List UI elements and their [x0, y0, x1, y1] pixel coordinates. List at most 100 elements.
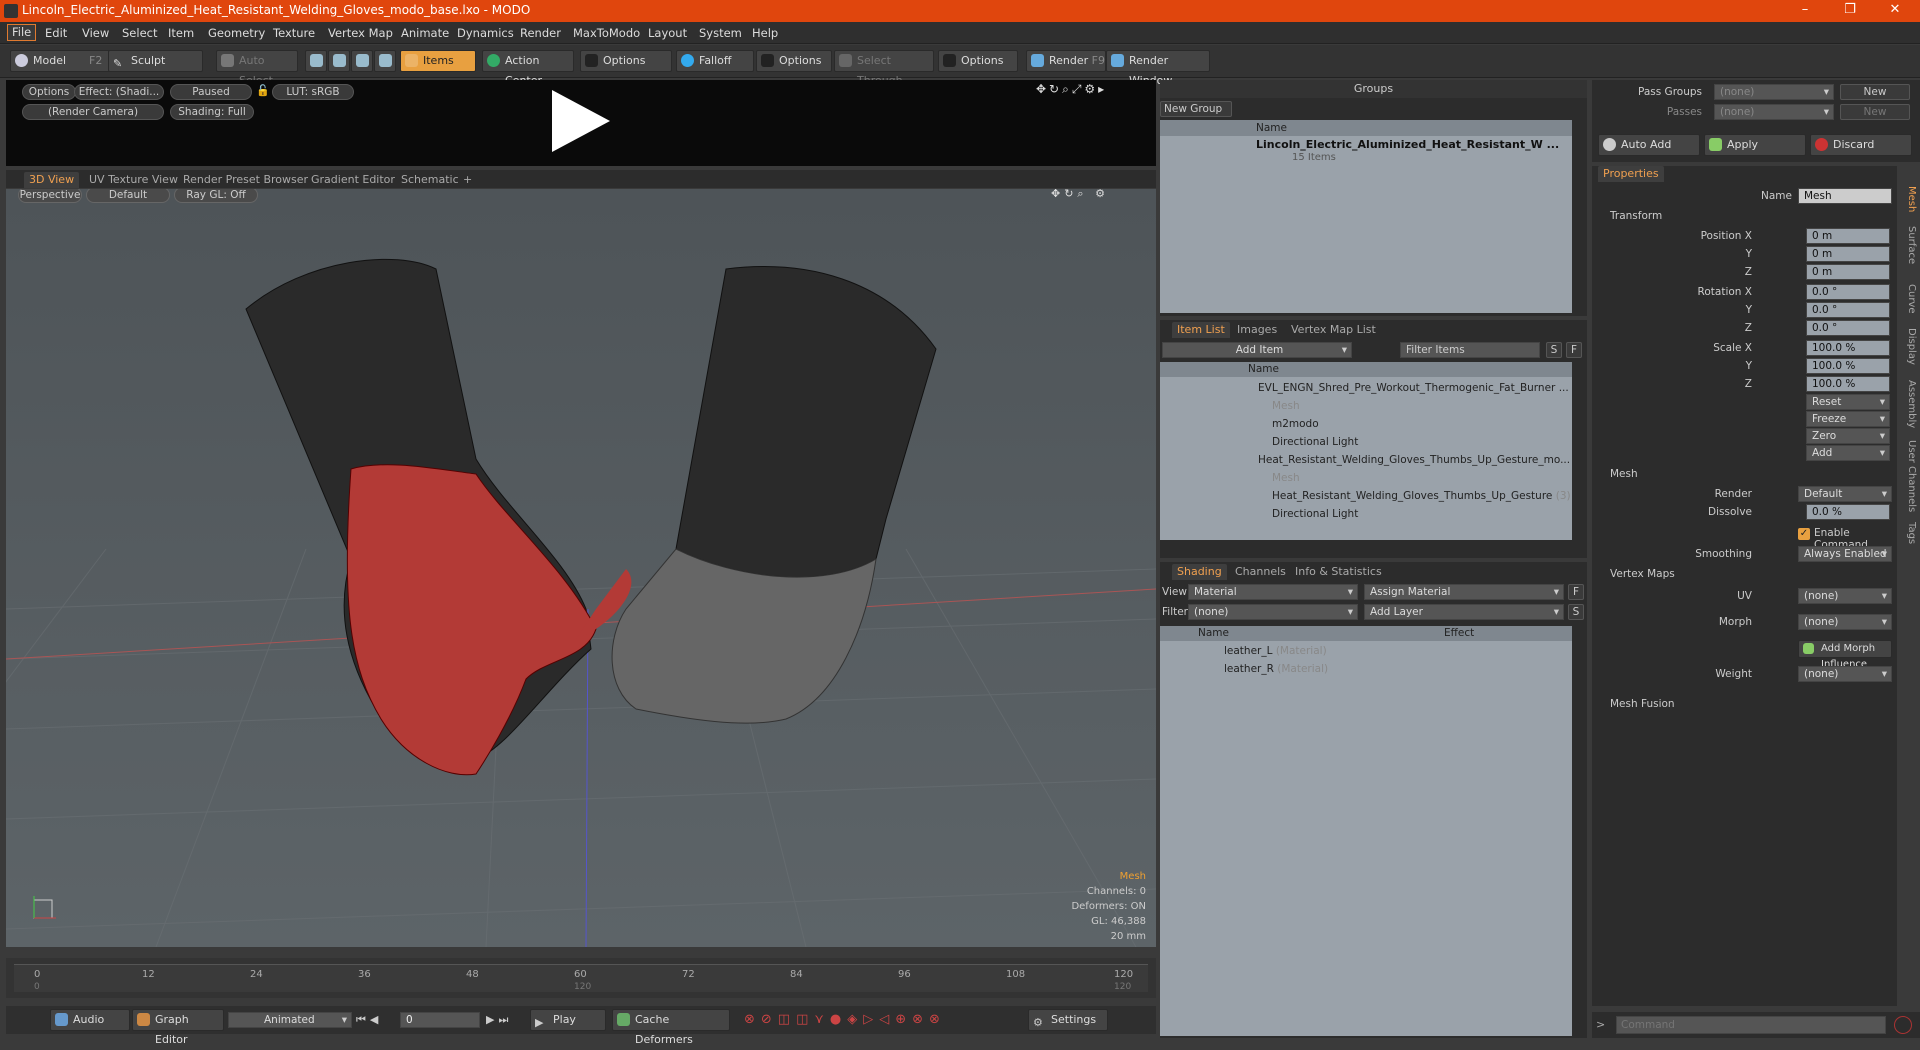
- tab-vertex-map-list[interactable]: Vertex Map List: [1286, 322, 1381, 338]
- vertex-maps-section[interactable]: Vertex Maps: [1610, 568, 1675, 580]
- vtab-assembly[interactable]: Assembly: [1899, 380, 1917, 428]
- mesh-section[interactable]: Mesh: [1610, 468, 1638, 480]
- dissolve-field[interactable]: 0.0 %: [1806, 504, 1890, 520]
- add-morph-influence-button[interactable]: Add Morph Influence: [1798, 640, 1892, 670]
- tab-item-list[interactable]: Item List: [1172, 322, 1230, 338]
- lock-icon[interactable]: 🔓: [256, 84, 270, 97]
- auto-select-button[interactable]: Auto Select: [216, 50, 298, 87]
- sculpt-mode-button[interactable]: ✎ Sculpt: [108, 50, 203, 72]
- item-list-tree[interactable]: Name EVL_ENGN_Shred_Pre_Workout_Thermoge…: [1160, 362, 1572, 540]
- edges-mode-button[interactable]: [328, 50, 350, 72]
- vtab-tags[interactable]: Tags: [1899, 522, 1917, 544]
- pass-groups-dropdown[interactable]: (none): [1714, 84, 1834, 100]
- play-preview-icon[interactable]: [546, 86, 616, 156]
- menu-file[interactable]: File: [7, 24, 37, 41]
- timeline-ruler[interactable]: 0 12 24 36 48 60 72 84 96 108 120 0 120 …: [14, 964, 1148, 992]
- rotation-x-field[interactable]: 0.0 °: [1806, 284, 1890, 300]
- select-through-button[interactable]: Select Through: [834, 50, 934, 87]
- tab-images[interactable]: Images: [1232, 322, 1282, 338]
- tab-properties[interactable]: Properties: [1598, 166, 1664, 182]
- materials-mode-button[interactable]: [374, 50, 396, 72]
- list-item[interactable]: Directional Light: [1160, 505, 1572, 523]
- tab-channels[interactable]: Channels: [1230, 564, 1291, 580]
- filter-s-button[interactable]: S: [1546, 342, 1562, 358]
- new-group-button[interactable]: New Group: [1160, 101, 1232, 117]
- menu-texture[interactable]: Texture: [273, 26, 315, 40]
- position-z-field[interactable]: 0 m: [1806, 264, 1890, 280]
- menu-system[interactable]: System: [699, 26, 742, 40]
- apply-button[interactable]: Apply: [1704, 134, 1806, 156]
- add-item-dropdown[interactable]: Add Item: [1162, 342, 1352, 358]
- vtab-surface[interactable]: Surface: [1899, 226, 1917, 264]
- menu-help[interactable]: Help: [752, 26, 778, 40]
- viewport-nav-icons[interactable]: ✥↻⌕ ⚙: [1051, 189, 1109, 201]
- render-dropdown[interactable]: Default: [1798, 486, 1892, 502]
- list-item[interactable]: m2modo: [1160, 415, 1572, 433]
- preview-nav-icons[interactable]: ✥↻⌕⤢⚙▸: [1036, 82, 1107, 97]
- freeze-dropdown[interactable]: Freeze: [1806, 411, 1890, 427]
- assign-material-dropdown[interactable]: Assign Material: [1364, 584, 1564, 600]
- preview-shading-dropdown[interactable]: Shading: Full: [170, 104, 254, 120]
- falloff-button[interactable]: Falloff: [676, 50, 754, 72]
- new-pass-group-button[interactable]: New: [1840, 84, 1910, 100]
- preview-camera-dropdown[interactable]: (Render Camera): [22, 104, 164, 120]
- skip-end-icons[interactable]: ▶⏭: [486, 1013, 512, 1027]
- polygons-mode-button[interactable]: [351, 50, 373, 72]
- list-item[interactable]: Heat_Resistant_Welding_Gloves_Thumbs_Up_…: [1160, 487, 1572, 505]
- shader-tree[interactable]: Name Effect leather_L (Material) leather_…: [1160, 626, 1572, 1036]
- render-window-button[interactable]: Render Window: [1106, 50, 1210, 87]
- perspective-dropdown[interactable]: Perspective: [18, 189, 82, 203]
- add-dropdown[interactable]: Add: [1806, 445, 1890, 461]
- enable-command-regions-checkbox[interactable]: ✓: [1798, 528, 1810, 540]
- list-item[interactable]: Directional Light: [1160, 433, 1572, 451]
- viewport-3d[interactable]: Perspective Default Ray GL: Off ✥↻⌕ ⚙ Me…: [6, 189, 1156, 947]
- menu-vertex-map[interactable]: Vertex Map: [328, 26, 393, 40]
- raygl-dropdown[interactable]: Ray GL: Off: [174, 189, 258, 203]
- maximize-button[interactable]: ❐: [1835, 2, 1865, 17]
- preview-options-button[interactable]: Options: [22, 84, 76, 100]
- animated-dropdown[interactable]: Animated: [228, 1012, 352, 1028]
- mesh-fusion-section[interactable]: Mesh Fusion: [1610, 698, 1675, 710]
- shading-f-button[interactable]: F: [1568, 584, 1584, 600]
- vtab-mesh[interactable]: Mesh: [1899, 186, 1917, 212]
- menu-item[interactable]: Item: [168, 26, 194, 40]
- menu-layout[interactable]: Layout: [648, 26, 687, 40]
- preview-lut-dropdown[interactable]: LUT: sRGB: [272, 84, 354, 100]
- morph-dropdown[interactable]: (none): [1798, 614, 1892, 630]
- tab-info-statistics[interactable]: Info & Statistics: [1290, 564, 1387, 580]
- menu-dynamics[interactable]: Dynamics: [457, 26, 514, 40]
- list-item[interactable]: EVL_ENGN_Shred_Pre_Workout_Thermogenic_F…: [1160, 379, 1572, 397]
- menu-view[interactable]: View: [82, 26, 109, 40]
- preview-paused-button[interactable]: Paused: [170, 84, 252, 100]
- view-dropdown[interactable]: Material: [1188, 584, 1358, 600]
- settings-button[interactable]: ⚙ Settings: [1028, 1009, 1108, 1031]
- menu-animate[interactable]: Animate: [401, 26, 449, 40]
- vertices-mode-button[interactable]: [305, 50, 327, 72]
- filter-dropdown[interactable]: (none): [1188, 604, 1358, 620]
- audio-button[interactable]: Audio: [50, 1009, 130, 1031]
- menu-edit[interactable]: Edit: [45, 26, 67, 40]
- scale-x-field[interactable]: 100.0 %: [1806, 340, 1890, 356]
- tab-3d-view[interactable]: 3D View: [24, 172, 80, 188]
- vtab-display[interactable]: Display: [1899, 328, 1917, 365]
- render-button[interactable]: Render F9: [1026, 50, 1106, 72]
- items-mode-button[interactable]: Items: [400, 50, 476, 72]
- smoothing-dropdown[interactable]: Always Enabled: [1798, 546, 1892, 562]
- menu-maxtomodo[interactable]: MaxToModo: [573, 26, 640, 40]
- menu-render[interactable]: Render: [520, 26, 561, 40]
- preview-effect-dropdown[interactable]: Effect: (Shadi...: [74, 84, 164, 100]
- scale-z-field[interactable]: 100.0 %: [1806, 376, 1890, 392]
- transform-section[interactable]: Transform: [1610, 210, 1662, 222]
- tab-render-preset-browser[interactable]: Render Preset Browser: [178, 172, 313, 188]
- tab-gradient-editor[interactable]: Gradient Editor: [306, 172, 400, 188]
- position-x-field[interactable]: 0 m: [1806, 228, 1890, 244]
- skip-start-icons[interactable]: ⏮◀: [356, 1013, 382, 1027]
- select-options-button[interactable]: Options: [938, 50, 1018, 72]
- menu-select[interactable]: Select: [122, 26, 157, 40]
- list-item[interactable]: Heat_Resistant_Welding_Gloves_Thumbs_Up_…: [1160, 451, 1572, 469]
- tab-shading[interactable]: Shading: [1172, 564, 1227, 580]
- passes-dropdown[interactable]: (none): [1714, 104, 1834, 120]
- list-item[interactable]: Mesh: [1160, 397, 1572, 415]
- key-tools-icons[interactable]: ⊗⊘◫◫⋎●◈▷◁⊕⊗⊗: [744, 1012, 946, 1027]
- minimize-button[interactable]: –: [1790, 2, 1820, 17]
